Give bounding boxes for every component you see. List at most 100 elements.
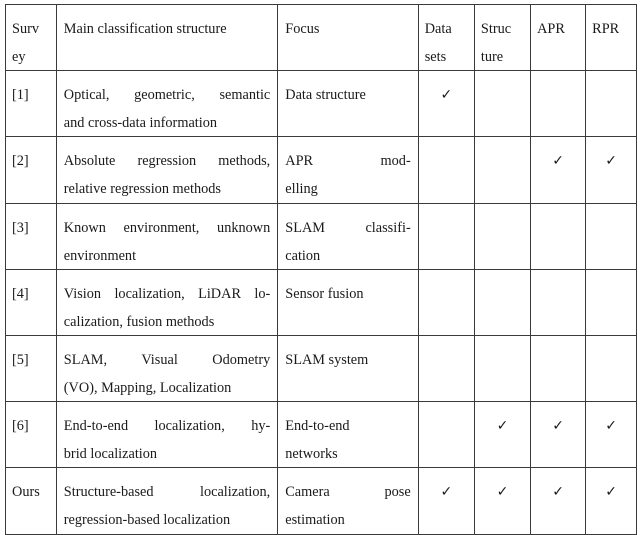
cell-structure: ✓ [473, 401, 532, 469]
table-row: Ours Structure-based localization, regress… [5, 467, 637, 535]
cell-line: (VO), Mapping, Localization [63, 379, 232, 396]
header-line: ey [12, 49, 26, 65]
cell-line: elling [285, 181, 318, 198]
column-header-main-classification-structure: Main classification structure [55, 3, 279, 72]
cell-main-classification: Absolute regression methods, relative reg… [55, 136, 279, 204]
cell-apr-checked: ✓ [531, 468, 585, 533]
cell-main-classification: Optical, geometric, semantic and cross-da… [55, 70, 279, 138]
column-header-apr-text: APR [531, 5, 585, 70]
cell-line: End-to-end [285, 418, 350, 435]
cell-line: [1] [12, 87, 29, 104]
cell-apr-empty [531, 270, 585, 335]
cell-datasets-empty [419, 336, 474, 401]
check-icon: ✓ [605, 484, 617, 501]
cell-line: Data structure [285, 87, 366, 104]
cell-line: End-to-end localization, hy- [63, 418, 271, 435]
cell-line: [2] [12, 153, 29, 170]
cell-main-classification-text: Vision localization, LiDAR lo-calization… [57, 270, 277, 335]
table-header-row: Surv ey Main classification structure Fo… [5, 3, 637, 72]
cell-structure-empty [475, 270, 530, 335]
cell-line: [6] [12, 418, 29, 435]
cell-structure: ✓ [473, 467, 532, 535]
cell-apr: ✓ [530, 467, 587, 535]
table-row: [2] Absolute regression methods, relative … [5, 136, 637, 204]
cell-main-classification: End-to-end localization, hy-brid localiz… [55, 401, 279, 469]
cell-apr-empty [531, 71, 585, 136]
cell-survey: [1] [5, 70, 57, 138]
cell-rpr-empty [586, 204, 636, 269]
header-line: Data [424, 21, 452, 37]
cell-focus: APR mod-elling [277, 136, 419, 204]
cell-survey: [6] [5, 401, 57, 469]
cell-main-classification-text: SLAM, Visual Odometry (VO), Mapping, Loca… [57, 336, 277, 401]
column-header-focus-text: Focus [278, 5, 417, 70]
header-line: RPR [592, 21, 620, 37]
cell-datasets [417, 334, 475, 403]
cell-apr: ✓ [530, 136, 587, 204]
cell-apr-checked: ✓ [531, 402, 585, 467]
cell-line: and cross-data information [63, 115, 218, 132]
survey-comparison-table-container: Surv ey Main classification structure Fo… [5, 3, 637, 535]
cell-rpr [585, 70, 637, 138]
cell-line: SLAM classifi- [285, 219, 411, 236]
cell-rpr-empty [586, 270, 636, 335]
check-icon: ✓ [605, 153, 617, 170]
cell-rpr [585, 202, 637, 270]
cell-survey-text: [3] [6, 204, 56, 269]
cell-apr [530, 202, 587, 270]
column-header-focus: Focus [277, 3, 419, 72]
survey-comparison-table: Surv ey Main classification structure Fo… [5, 3, 637, 535]
cell-line: relative regression methods [63, 181, 221, 198]
cell-survey: [4] [5, 268, 57, 336]
cell-datasets-checked: ✓ [419, 468, 474, 533]
cell-line: environment [63, 247, 137, 264]
cell-rpr-empty [586, 71, 636, 136]
cell-survey: [3] [5, 202, 57, 270]
cell-focus: End-to-end networks [277, 401, 419, 469]
cell-apr: ✓ [530, 401, 587, 469]
cell-survey-text: [1] [6, 71, 56, 136]
cell-line: cation [285, 247, 321, 264]
cell-rpr-checked: ✓ [586, 468, 636, 533]
check-icon: ✓ [496, 418, 509, 435]
check-icon: ✓ [440, 484, 453, 501]
cell-apr-empty [531, 336, 585, 401]
cell-main-classification-text: End-to-end localization, hy-brid localiz… [57, 402, 277, 467]
table-row: [5] SLAM, Visual Odometry (VO), Mapping, L… [5, 334, 637, 403]
check-icon: ✓ [496, 484, 509, 501]
cell-main-classification: SLAM, Visual Odometry (VO), Mapping, Loca… [55, 334, 279, 403]
cell-line: Camera pose [285, 484, 411, 501]
cell-line: Vision localization, LiDAR lo- [63, 285, 271, 302]
cell-line: [3] [12, 219, 29, 236]
header-line: APR [537, 21, 565, 37]
cell-datasets: ✓ [417, 467, 475, 535]
cell-line: estimation [285, 512, 345, 529]
cell-main-classification-text: Optical, geometric, semantic and cross-da… [57, 71, 277, 136]
cell-apr [530, 70, 587, 138]
cell-structure-empty [475, 204, 530, 269]
cell-rpr-empty [586, 336, 636, 401]
cell-focus-text: Sensor fusion [278, 270, 417, 335]
cell-rpr [585, 334, 637, 403]
table-row: [6] End-to-end localization, hy-brid loca… [5, 401, 637, 469]
cell-datasets: ✓ [417, 70, 475, 138]
cell-line: Structure-based localization, [63, 484, 271, 501]
cell-line: SLAM, Visual Odometry [63, 351, 271, 368]
cell-line: brid localization [63, 446, 158, 463]
check-icon: ✓ [440, 87, 453, 104]
cell-rpr: ✓ [585, 467, 637, 535]
cell-line: Sensor fusion [285, 285, 364, 302]
cell-datasets-checked: ✓ [419, 71, 474, 136]
cell-structure-checked: ✓ [475, 402, 530, 467]
cell-survey-text: Ours [6, 468, 56, 533]
cell-line: regression-based localization [63, 512, 231, 529]
cell-line: [5] [12, 351, 29, 368]
cell-datasets [417, 401, 475, 469]
cell-main-classification: Vision localization, LiDAR lo-calization… [55, 268, 279, 336]
cell-survey-text: [4] [6, 270, 56, 335]
cell-main-classification-text: Structure-based localization, regression-… [57, 468, 277, 533]
table-body: [1] Optical, geometric, semantic and cross… [5, 70, 637, 535]
column-header-structure: Struc ture [473, 3, 532, 72]
cell-line: SLAM system [285, 351, 369, 368]
cell-rpr: ✓ [585, 136, 637, 204]
